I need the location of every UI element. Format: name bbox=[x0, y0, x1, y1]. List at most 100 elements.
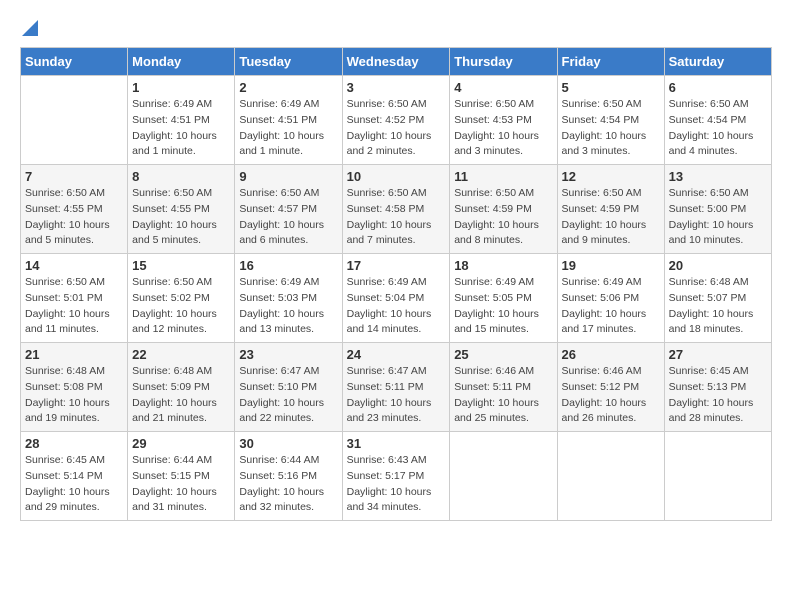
calendar-cell bbox=[664, 432, 771, 521]
day-info: Sunrise: 6:45 AMSunset: 5:13 PMDaylight:… bbox=[669, 364, 767, 427]
day-number: 21 bbox=[25, 347, 123, 362]
day-number: 7 bbox=[25, 169, 123, 184]
calendar-cell: 9 Sunrise: 6:50 AMSunset: 4:57 PMDaylight… bbox=[235, 165, 342, 254]
calendar-cell: 29 Sunrise: 6:44 AMSunset: 5:15 PMDayligh… bbox=[128, 432, 235, 521]
day-number: 3 bbox=[347, 80, 446, 95]
day-number: 6 bbox=[669, 80, 767, 95]
day-info: Sunrise: 6:50 AMSunset: 4:55 PMDaylight:… bbox=[25, 186, 123, 249]
day-number: 16 bbox=[239, 258, 337, 273]
day-number: 24 bbox=[347, 347, 446, 362]
day-info: Sunrise: 6:46 AMSunset: 5:11 PMDaylight:… bbox=[454, 364, 552, 427]
day-info: Sunrise: 6:49 AMSunset: 4:51 PMDaylight:… bbox=[132, 97, 230, 160]
calendar-cell: 16 Sunrise: 6:49 AMSunset: 5:03 PMDayligh… bbox=[235, 254, 342, 343]
day-info: Sunrise: 6:50 AMSunset: 4:57 PMDaylight:… bbox=[239, 186, 337, 249]
day-info: Sunrise: 6:44 AMSunset: 5:16 PMDaylight:… bbox=[239, 453, 337, 516]
day-number: 9 bbox=[239, 169, 337, 184]
day-info: Sunrise: 6:47 AMSunset: 5:10 PMDaylight:… bbox=[239, 364, 337, 427]
calendar-cell: 11 Sunrise: 6:50 AMSunset: 4:59 PMDayligh… bbox=[450, 165, 557, 254]
calendar-table: SundayMondayTuesdayWednesdayThursdayFrid… bbox=[20, 47, 772, 521]
calendar-cell: 2 Sunrise: 6:49 AMSunset: 4:51 PMDaylight… bbox=[235, 76, 342, 165]
day-info: Sunrise: 6:50 AMSunset: 4:59 PMDaylight:… bbox=[454, 186, 552, 249]
calendar-cell: 14 Sunrise: 6:50 AMSunset: 5:01 PMDayligh… bbox=[21, 254, 128, 343]
day-info: Sunrise: 6:50 AMSunset: 5:02 PMDaylight:… bbox=[132, 275, 230, 338]
calendar-week-row: 7 Sunrise: 6:50 AMSunset: 4:55 PMDaylight… bbox=[21, 165, 772, 254]
day-number: 15 bbox=[132, 258, 230, 273]
header bbox=[20, 20, 772, 37]
weekday-header: Sunday bbox=[21, 48, 128, 76]
day-number: 11 bbox=[454, 169, 552, 184]
calendar-cell: 6 Sunrise: 6:50 AMSunset: 4:54 PMDaylight… bbox=[664, 76, 771, 165]
calendar-cell: 8 Sunrise: 6:50 AMSunset: 4:55 PMDaylight… bbox=[128, 165, 235, 254]
day-number: 19 bbox=[562, 258, 660, 273]
calendar-cell: 27 Sunrise: 6:45 AMSunset: 5:13 PMDayligh… bbox=[664, 343, 771, 432]
day-info: Sunrise: 6:48 AMSunset: 5:07 PMDaylight:… bbox=[669, 275, 767, 338]
day-number: 18 bbox=[454, 258, 552, 273]
day-info: Sunrise: 6:49 AMSunset: 5:05 PMDaylight:… bbox=[454, 275, 552, 338]
day-number: 22 bbox=[132, 347, 230, 362]
day-number: 10 bbox=[347, 169, 446, 184]
calendar-cell: 13Sunrise: 6:50 AMSunset: 5:00 PMDayligh… bbox=[664, 165, 771, 254]
calendar-cell: 22 Sunrise: 6:48 AMSunset: 5:09 PMDayligh… bbox=[128, 343, 235, 432]
calendar-cell: 19 Sunrise: 6:49 AMSunset: 5:06 PMDayligh… bbox=[557, 254, 664, 343]
weekday-header: Monday bbox=[128, 48, 235, 76]
day-number: 20 bbox=[669, 258, 767, 273]
day-info: Sunrise: 6:50 AMSunset: 5:01 PMDaylight:… bbox=[25, 275, 123, 338]
day-number: 12 bbox=[562, 169, 660, 184]
day-number: 17 bbox=[347, 258, 446, 273]
calendar-cell: 24 Sunrise: 6:47 AMSunset: 5:11 PMDayligh… bbox=[342, 343, 450, 432]
day-info: Sunrise: 6:49 AMSunset: 5:06 PMDaylight:… bbox=[562, 275, 660, 338]
weekday-header: Saturday bbox=[664, 48, 771, 76]
calendar-cell: 28Sunrise: 6:45 AMSunset: 5:14 PMDayligh… bbox=[21, 432, 128, 521]
day-number: 27 bbox=[669, 347, 767, 362]
calendar-cell: 1 Sunrise: 6:49 AMSunset: 4:51 PMDaylight… bbox=[128, 76, 235, 165]
day-number: 23 bbox=[239, 347, 337, 362]
calendar-body: 1 Sunrise: 6:49 AMSunset: 4:51 PMDaylight… bbox=[21, 76, 772, 521]
weekday-header: Tuesday bbox=[235, 48, 342, 76]
day-info: Sunrise: 6:50 AMSunset: 4:52 PMDaylight:… bbox=[347, 97, 446, 160]
calendar-cell: 21 Sunrise: 6:48 AMSunset: 5:08 PMDayligh… bbox=[21, 343, 128, 432]
calendar-cell bbox=[557, 432, 664, 521]
day-info: Sunrise: 6:48 AMSunset: 5:09 PMDaylight:… bbox=[132, 364, 230, 427]
day-info: Sunrise: 6:50 AMSunset: 4:58 PMDaylight:… bbox=[347, 186, 446, 249]
day-info: Sunrise: 6:44 AMSunset: 5:15 PMDaylight:… bbox=[132, 453, 230, 516]
day-info: Sunrise: 6:49 AMSunset: 4:51 PMDaylight:… bbox=[239, 97, 337, 160]
day-number: 5 bbox=[562, 80, 660, 95]
day-info: Sunrise: 6:46 AMSunset: 5:12 PMDaylight:… bbox=[562, 364, 660, 427]
calendar-cell bbox=[450, 432, 557, 521]
day-number: 29 bbox=[132, 436, 230, 451]
day-info: Sunrise: 6:50 AMSunset: 5:00 PMDaylight:… bbox=[669, 186, 767, 249]
day-info: Sunrise: 6:50 AMSunset: 4:54 PMDaylight:… bbox=[562, 97, 660, 160]
calendar-cell: 7 Sunrise: 6:50 AMSunset: 4:55 PMDaylight… bbox=[21, 165, 128, 254]
calendar-cell: 10 Sunrise: 6:50 AMSunset: 4:58 PMDayligh… bbox=[342, 165, 450, 254]
calendar-cell: 30 Sunrise: 6:44 AMSunset: 5:16 PMDayligh… bbox=[235, 432, 342, 521]
calendar-cell: 31 Sunrise: 6:43 AMSunset: 5:17 PMDayligh… bbox=[342, 432, 450, 521]
weekday-header: Friday bbox=[557, 48, 664, 76]
calendar-cell: 5 Sunrise: 6:50 AMSunset: 4:54 PMDaylight… bbox=[557, 76, 664, 165]
day-info: Sunrise: 6:47 AMSunset: 5:11 PMDaylight:… bbox=[347, 364, 446, 427]
calendar-header-row: SundayMondayTuesdayWednesdayThursdayFrid… bbox=[21, 48, 772, 76]
day-info: Sunrise: 6:49 AMSunset: 5:03 PMDaylight:… bbox=[239, 275, 337, 338]
day-info: Sunrise: 6:45 AMSunset: 5:14 PMDaylight:… bbox=[25, 453, 123, 516]
day-info: Sunrise: 6:50 AMSunset: 4:55 PMDaylight:… bbox=[132, 186, 230, 249]
day-info: Sunrise: 6:50 AMSunset: 4:53 PMDaylight:… bbox=[454, 97, 552, 160]
day-number: 31 bbox=[347, 436, 446, 451]
calendar-cell: 23 Sunrise: 6:47 AMSunset: 5:10 PMDayligh… bbox=[235, 343, 342, 432]
calendar-cell: 20 Sunrise: 6:48 AMSunset: 5:07 PMDayligh… bbox=[664, 254, 771, 343]
calendar-week-row: 28Sunrise: 6:45 AMSunset: 5:14 PMDayligh… bbox=[21, 432, 772, 521]
day-number: 26 bbox=[562, 347, 660, 362]
day-info: Sunrise: 6:48 AMSunset: 5:08 PMDaylight:… bbox=[25, 364, 123, 427]
day-number: 2 bbox=[239, 80, 337, 95]
day-number: 30 bbox=[239, 436, 337, 451]
day-number: 1 bbox=[132, 80, 230, 95]
day-info: Sunrise: 6:50 AMSunset: 4:54 PMDaylight:… bbox=[669, 97, 767, 160]
calendar-cell bbox=[21, 76, 128, 165]
calendar-cell: 12Sunrise: 6:50 AMSunset: 4:59 PMDayligh… bbox=[557, 165, 664, 254]
calendar-cell: 17 Sunrise: 6:49 AMSunset: 5:04 PMDayligh… bbox=[342, 254, 450, 343]
day-info: Sunrise: 6:49 AMSunset: 5:04 PMDaylight:… bbox=[347, 275, 446, 338]
calendar-week-row: 1 Sunrise: 6:49 AMSunset: 4:51 PMDaylight… bbox=[21, 76, 772, 165]
calendar-cell: 18 Sunrise: 6:49 AMSunset: 5:05 PMDayligh… bbox=[450, 254, 557, 343]
day-number: 14 bbox=[25, 258, 123, 273]
day-number: 8 bbox=[132, 169, 230, 184]
day-info: Sunrise: 6:43 AMSunset: 5:17 PMDaylight:… bbox=[347, 453, 446, 516]
calendar-cell: 25Sunrise: 6:46 AMSunset: 5:11 PMDayligh… bbox=[450, 343, 557, 432]
